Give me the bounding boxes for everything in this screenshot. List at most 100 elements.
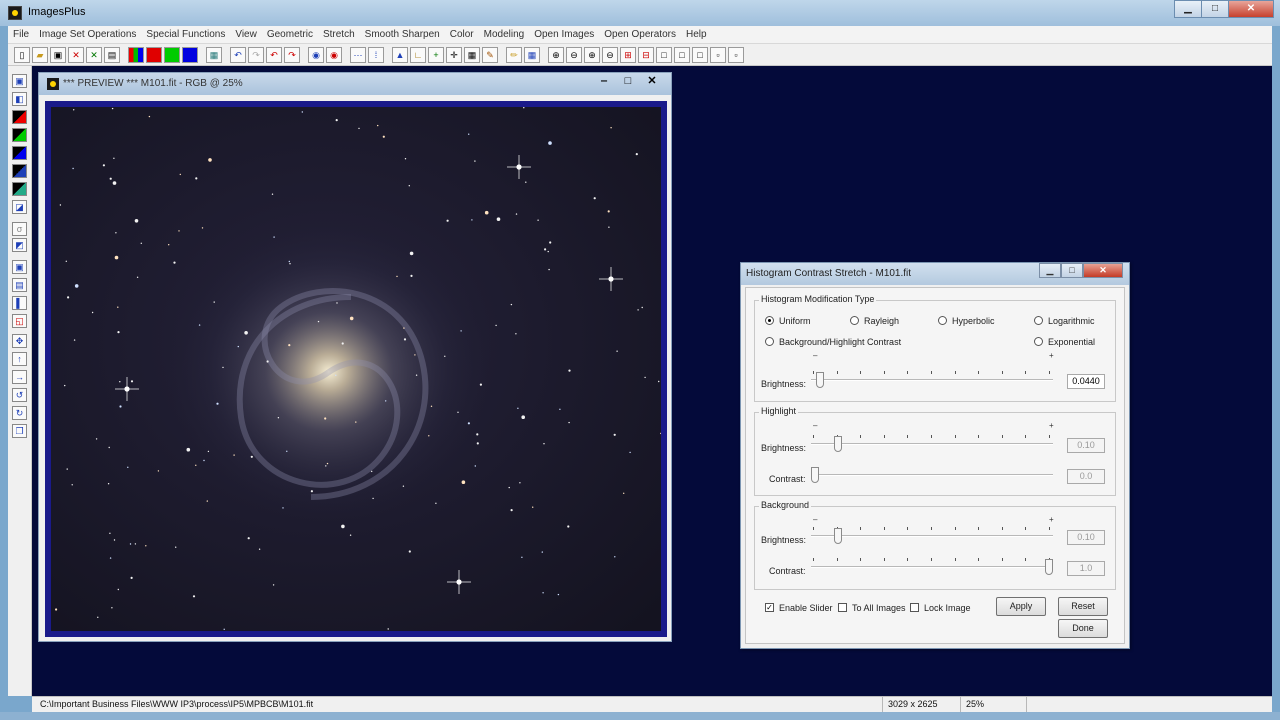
slider-thumb[interactable] <box>1045 559 1053 575</box>
rotate-right-icon[interactable]: ↻ <box>12 406 27 420</box>
gamma-icon[interactable]: σ <box>12 222 27 236</box>
menu-smooth-sharpen[interactable]: Smooth Sharpen <box>360 29 445 40</box>
open-folder-icon[interactable]: ▰ <box>32 46 48 63</box>
corner-icon[interactable]: ◪ <box>12 200 27 214</box>
pencil-icon[interactable]: ✏ <box>506 46 522 63</box>
curve-icon[interactable]: ∟ <box>410 46 426 63</box>
remove-frame-icon[interactable]: ⊟ <box>638 46 654 63</box>
teal-tool-icon[interactable] <box>12 182 27 196</box>
slider-track[interactable] <box>811 535 1053 537</box>
slider-track[interactable] <box>811 443 1053 445</box>
sort-icon[interactable]: ⁞ <box>368 46 384 63</box>
to-all-images-checkbox[interactable] <box>838 603 847 612</box>
crosshair-icon[interactable]: ✛ <box>446 46 462 63</box>
save-icon[interactable]: ▣ <box>50 46 66 63</box>
background-contrast-value[interactable]: 1.0 <box>1067 561 1105 576</box>
redo-all-icon[interactable]: ↷ <box>284 46 300 63</box>
undo-all-icon[interactable]: ↶ <box>266 46 282 63</box>
dialog-maximize-button[interactable]: □ <box>1061 263 1083 278</box>
menu-open-operators[interactable]: Open Operators <box>599 29 681 40</box>
preview-maximize-button[interactable]: □ <box>617 74 639 89</box>
menu-special-functions[interactable]: Special Functions <box>141 29 230 40</box>
new-file-icon[interactable]: ▯ <box>14 46 30 63</box>
redo-icon[interactable]: ↷ <box>248 46 264 63</box>
slider-thumb[interactable] <box>834 436 843 452</box>
galaxy-image[interactable] <box>51 107 661 631</box>
radio-logarithmic[interactable] <box>1034 316 1043 325</box>
slider-track[interactable] <box>811 566 1053 568</box>
dialog-close-button[interactable]: ✕ <box>1083 263 1123 278</box>
calculator-icon[interactable]: ▦ <box>464 46 480 63</box>
clear-icon[interactable]: ✕ <box>86 46 102 63</box>
radio-background-highlight[interactable] <box>765 337 774 346</box>
slider-thumb[interactable] <box>811 467 819 483</box>
menu-view[interactable]: View <box>230 29 262 40</box>
grid-icon[interactable]: ▦ <box>206 46 222 63</box>
slider-track[interactable] <box>811 379 1053 381</box>
slider-thumb[interactable] <box>834 528 843 544</box>
histogram-icon[interactable]: ▲ <box>392 46 408 63</box>
enable-slider-checkbox[interactable]: ✓ <box>765 603 774 612</box>
close-icon[interactable]: ✕ <box>68 46 84 63</box>
black-point-icon[interactable]: ◧ <box>12 92 27 106</box>
frame-2-icon[interactable]: □ <box>674 46 690 63</box>
zoom-fit-icon[interactable]: ⊕ <box>548 46 564 63</box>
copy-icon[interactable]: ❐ <box>12 424 27 438</box>
print-icon[interactable]: ▤ <box>104 46 120 63</box>
green-tool-icon[interactable] <box>12 128 27 142</box>
table-icon[interactable]: ▦ <box>524 46 540 63</box>
green-channel-icon[interactable] <box>164 46 180 63</box>
arrow-up-icon[interactable]: ↑ <box>12 352 27 366</box>
done-button[interactable]: Done <box>1058 619 1108 638</box>
menu-modeling[interactable]: Modeling <box>479 29 530 40</box>
reset-button[interactable]: Reset <box>1058 597 1108 616</box>
frame-3-icon[interactable]: □ <box>692 46 708 63</box>
frame-tool-icon[interactable]: ▣ <box>12 260 27 274</box>
red-tool-icon[interactable] <box>12 110 27 124</box>
menu-help[interactable]: Help <box>681 29 712 40</box>
contrast-icon[interactable]: ▌ <box>12 296 27 310</box>
brightness-value[interactable]: 0.0440 <box>1067 374 1105 389</box>
frame-1-icon[interactable]: □ <box>656 46 672 63</box>
menu-file[interactable]: File <box>8 29 34 40</box>
rotate-left-icon[interactable]: ↺ <box>12 388 27 402</box>
minimize-button[interactable]: ▁ <box>1174 0 1202 18</box>
radio-rayleigh[interactable] <box>850 316 859 325</box>
zoom-actual-icon[interactable]: ⊖ <box>602 46 618 63</box>
layers-icon[interactable] <box>12 164 27 178</box>
dialog-minimize-button[interactable]: ▁ <box>1039 263 1061 278</box>
lock-image-checkbox[interactable] <box>910 603 919 612</box>
menu-geometric[interactable]: Geometric <box>262 29 318 40</box>
radio-uniform[interactable] <box>765 316 774 325</box>
highlight-brightness-value[interactable]: 0.10 <box>1067 438 1105 453</box>
gradient-icon[interactable]: ◩ <box>12 238 27 252</box>
select-icon[interactable]: ◱ <box>12 314 27 328</box>
preview-close-button[interactable]: ✕ <box>641 74 663 89</box>
preview-minimize-button[interactable]: ‒ <box>593 74 615 89</box>
radio-hyperbolic[interactable] <box>938 316 947 325</box>
menu-open-images[interactable]: Open Images <box>529 29 599 40</box>
menu-image-set-operations[interactable]: Image Set Operations <box>34 29 141 40</box>
close-button[interactable]: ✕ <box>1228 0 1274 18</box>
zoom-in-icon[interactable]: ⊕ <box>584 46 600 63</box>
palette-icon[interactable]: ✎ <box>482 46 498 63</box>
undo-icon[interactable]: ↶ <box>230 46 246 63</box>
levels-icon[interactable]: ▤ <box>12 278 27 292</box>
frame-4-icon[interactable]: ▫ <box>710 46 726 63</box>
menu-stretch[interactable]: Stretch <box>318 29 360 40</box>
zoom-out-icon[interactable]: ⊖ <box>566 46 582 63</box>
background-brightness-value[interactable]: 0.10 <box>1067 530 1105 545</box>
slider-track[interactable] <box>811 474 1053 476</box>
maximize-button[interactable]: □ <box>1201 0 1229 18</box>
frame-5-icon[interactable]: ▫ <box>728 46 744 63</box>
menu-color[interactable]: Color <box>445 29 479 40</box>
red-channel-icon[interactable] <box>146 46 162 63</box>
move-icon[interactable]: ✥ <box>12 334 27 348</box>
radio-exponential[interactable] <box>1034 337 1043 346</box>
target-icon[interactable]: ◉ <box>308 46 324 63</box>
dots-icon[interactable]: ⋯ <box>350 46 366 63</box>
blue-channel-icon[interactable] <box>182 46 198 63</box>
plus-icon[interactable]: + <box>428 46 444 63</box>
add-frame-icon[interactable]: ⊞ <box>620 46 636 63</box>
apply-button[interactable]: Apply <box>996 597 1046 616</box>
